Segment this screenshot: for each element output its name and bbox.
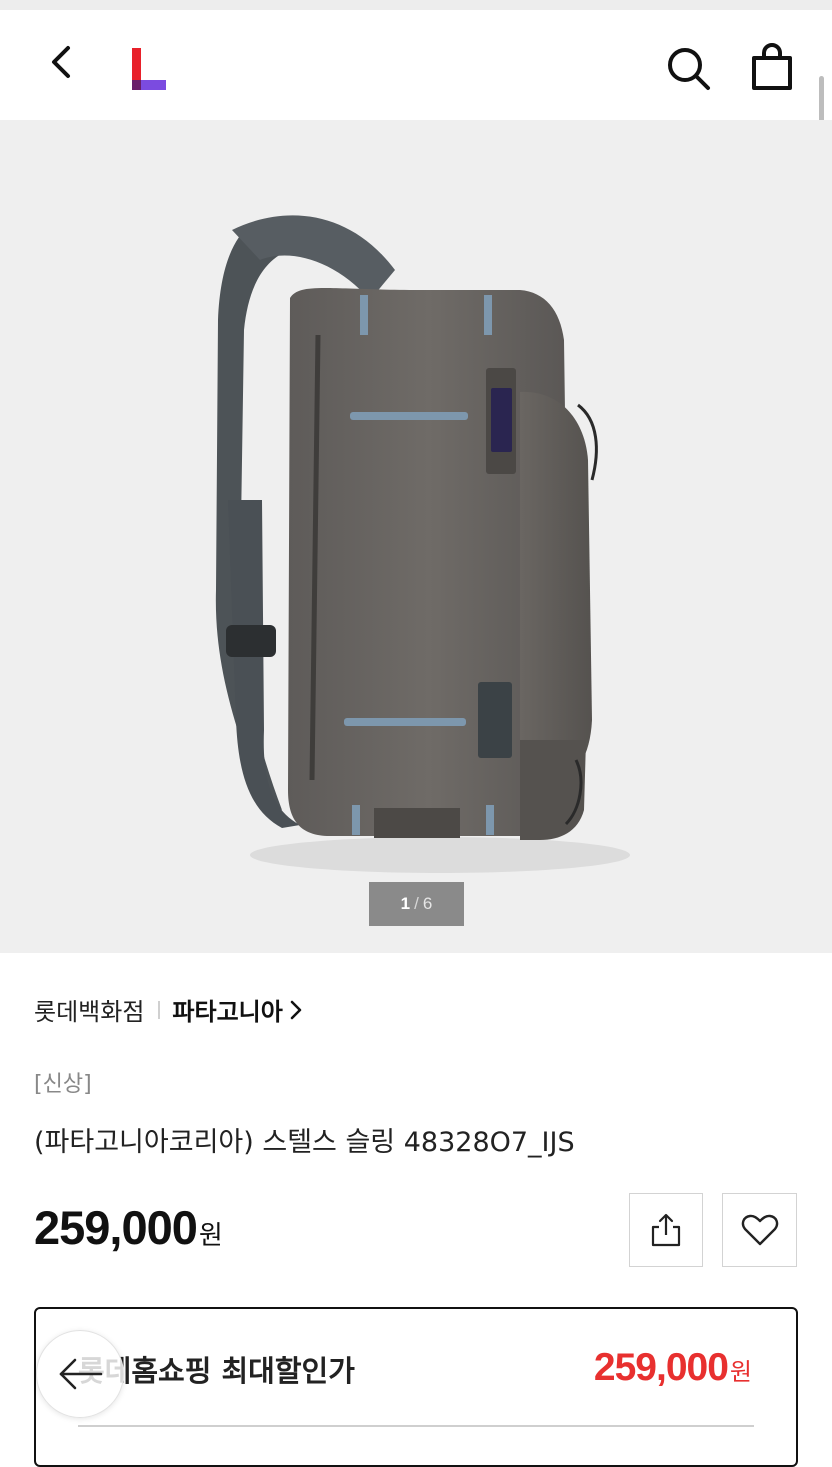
share-icon <box>651 1213 681 1247</box>
floating-back-button[interactable] <box>36 1330 124 1418</box>
new-product-tag: [신상] <box>34 1072 92 1097</box>
max-discount-price-value: 259,000 <box>593 1346 729 1389</box>
top-header <box>0 10 832 120</box>
back-button[interactable] <box>40 40 84 84</box>
chevron-right-icon[interactable] <box>289 999 303 1021</box>
price-value: 259,000 <box>34 1201 198 1254</box>
cart-button[interactable] <box>748 42 796 94</box>
shopping-bag-icon <box>752 43 792 90</box>
product-image <box>215 215 630 873</box>
heart-icon <box>741 1214 778 1246</box>
product-title: (파타고니아코리아) 스텔스 슬링 48328O7_IJS <box>34 1127 575 1158</box>
seller-brand-row: 롯데백화점 파타고니아 <box>34 992 303 1027</box>
price-currency: 원 <box>198 1221 223 1251</box>
search-button[interactable] <box>664 44 712 92</box>
chevron-left-icon <box>52 46 70 78</box>
max-discount-price-currency: 원 <box>729 1358 752 1386</box>
brand-link[interactable]: 파타고니아 <box>172 992 282 1027</box>
arrow-left-icon <box>59 1358 103 1390</box>
max-discount-price: 259,000 원 <box>594 1346 752 1390</box>
offer-divider <box>78 1425 754 1427</box>
product-price: 259,000 원 <box>34 1200 223 1255</box>
product-image-gallery[interactable] <box>0 120 832 953</box>
seller-divider <box>158 1000 161 1019</box>
image-pager-indicator: 1 / 6 <box>369 882 464 926</box>
seller-name: 롯데백화점 <box>34 998 145 1026</box>
pager-current: 1 <box>400 894 411 913</box>
pager-separator: / <box>414 894 419 913</box>
search-icon <box>668 48 710 90</box>
lotteon-logo[interactable] <box>130 48 170 92</box>
status-bar-strip <box>0 0 832 10</box>
pager-total: 6 <box>422 894 433 913</box>
wishlist-button[interactable] <box>722 1193 797 1267</box>
share-button[interactable] <box>629 1193 703 1267</box>
